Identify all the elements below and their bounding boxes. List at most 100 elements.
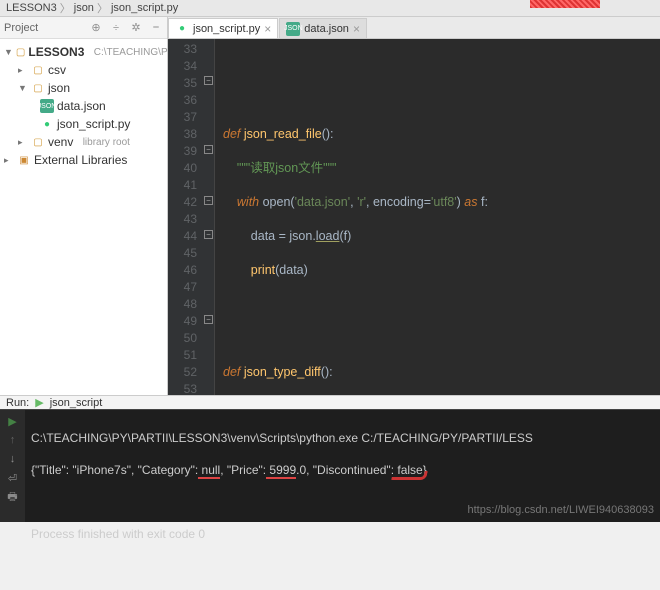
ln: 43 xyxy=(168,211,197,228)
datajson-label: data.json xyxy=(57,99,106,113)
arrow-down-icon: ▼ xyxy=(18,83,28,93)
code-area[interactable]: 33 34 35 36 37 38 39 40 41 42 43 44 45 4… xyxy=(168,39,660,395)
ln: 41 xyxy=(168,177,197,194)
fold-minus-icon[interactable]: − xyxy=(204,145,213,154)
code-line: print(data) xyxy=(223,262,660,279)
bc-folder[interactable]: json xyxy=(74,2,94,14)
tree-csv[interactable]: ▸ ▢ csv xyxy=(0,61,167,79)
tree-script[interactable]: ● json_script.py xyxy=(0,115,167,133)
bc-file[interactable]: json_script.py xyxy=(111,2,178,14)
folder-icon: ▢ xyxy=(16,45,25,59)
json-label: json xyxy=(48,81,70,95)
venv-note: library root xyxy=(83,137,130,148)
console-gutter: ▶ ↑ ↓ ⏎ 🖶 xyxy=(0,410,25,522)
tree-datajson[interactable]: JSON data.json xyxy=(0,97,167,115)
top-red-marker xyxy=(530,0,600,8)
tree-root[interactable]: ▼ ▢ LESSON3 C:\TEACHING\PY\ xyxy=(0,43,167,61)
project-tree: ▼ ▢ LESSON3 C:\TEACHING\PY\ ▸ ▢ csv ▼ ▢ … xyxy=(0,39,167,173)
python-file-icon: ● xyxy=(40,117,54,131)
python-file-icon: ● xyxy=(175,22,189,36)
code-line xyxy=(223,330,660,347)
run-tab-label[interactable]: Run: xyxy=(6,397,29,409)
tab-data-json[interactable]: JSON data.json × xyxy=(279,18,367,38)
ln: 48 xyxy=(168,296,197,313)
ln: 51 xyxy=(168,347,197,364)
chevron-right-icon: 〉 xyxy=(97,0,108,16)
ext-label: External Libraries xyxy=(34,153,127,167)
json-file-icon: JSON xyxy=(286,22,300,36)
code-line xyxy=(223,92,660,109)
wrap-icon[interactable]: ⏎ xyxy=(6,471,20,485)
rerun-icon[interactable]: ▶ xyxy=(6,414,20,428)
folder-icon: ▢ xyxy=(31,135,45,149)
fold-minus-icon[interactable]: − xyxy=(204,230,213,239)
tree-venv[interactable]: ▸ ▢ venv library root xyxy=(0,133,167,151)
console-cmd: C:\TEACHING\PY\PARTII\LESSON3\venv\Scrip… xyxy=(31,430,654,446)
close-icon[interactable]: × xyxy=(264,22,271,36)
arrow-down-icon: ▼ xyxy=(4,47,13,57)
code-line: with open('data.json', 'r', encoding='ut… xyxy=(223,194,660,211)
ln: 45 xyxy=(168,245,197,262)
tree-ext[interactable]: ▸ ▣ External Libraries xyxy=(0,151,167,169)
console-exit: Process finished with exit code 0 xyxy=(31,526,654,542)
ln: 50 xyxy=(168,330,197,347)
fold-minus-icon[interactable]: − xyxy=(204,315,213,324)
root-path: C:\TEACHING\PY\ xyxy=(94,47,177,58)
ln: 34 xyxy=(168,58,197,75)
bc-root[interactable]: LESSON3 xyxy=(6,2,57,14)
ln: 42 xyxy=(168,194,197,211)
arrow-right-icon: ▸ xyxy=(18,65,28,76)
ln: 46 xyxy=(168,262,197,279)
print-icon[interactable]: 🖶 xyxy=(6,490,20,504)
console-json-line: {"Title": "iPhone7s", "Category": null, … xyxy=(31,462,654,478)
fold-column: − − − − − xyxy=(203,39,215,395)
stop-icon[interactable]: ↑ xyxy=(6,433,20,447)
line-gutter: 33 34 35 36 37 38 39 40 41 42 43 44 45 4… xyxy=(168,39,203,395)
arrow-right-icon: ▸ xyxy=(4,155,14,166)
arrow-right-icon: ▸ xyxy=(18,137,28,148)
ln: 40 xyxy=(168,160,197,177)
ln: 52 xyxy=(168,364,197,381)
editor-tabs: ● json_script.py × JSON data.json × xyxy=(168,17,660,39)
folder-icon: ▢ xyxy=(31,63,45,77)
ln: 53 xyxy=(168,381,197,395)
gear-icon[interactable]: ✲ xyxy=(129,21,143,35)
tab-json-script[interactable]: ● json_script.py × xyxy=(168,18,278,38)
down-icon[interactable]: ↓ xyxy=(6,452,20,466)
root-label: LESSON3 xyxy=(28,45,84,59)
tree-json[interactable]: ▼ ▢ json xyxy=(0,79,167,97)
code-line xyxy=(223,58,660,75)
code-line: data = json.load(f) xyxy=(223,228,660,245)
run-config-name[interactable]: json_script xyxy=(50,397,103,409)
play-icon[interactable]: ▶ xyxy=(35,396,43,409)
json-file-icon: JSON xyxy=(40,99,54,113)
code-line: """读取json文件""" xyxy=(223,160,660,177)
tab2-label: data.json xyxy=(304,23,349,35)
editor-panel: ● json_script.py × JSON data.json × 33 3… xyxy=(168,17,660,395)
script-label: json_script.py xyxy=(57,117,130,131)
folder-icon: ▢ xyxy=(31,81,45,95)
fold-minus-icon[interactable]: − xyxy=(204,76,213,85)
run-bar: Run: ▶ json_script xyxy=(0,395,660,409)
fold-minus-icon[interactable]: − xyxy=(204,196,213,205)
project-label[interactable]: Project xyxy=(4,22,38,34)
chevron-right-icon: 〉 xyxy=(60,0,71,16)
csv-label: csv xyxy=(48,63,66,77)
code-content[interactable]: def json_read_file(): """读取json文件""" wit… xyxy=(215,39,660,395)
code-line xyxy=(223,296,660,313)
close-icon[interactable]: × xyxy=(353,22,360,36)
ln: 37 xyxy=(168,109,197,126)
ln: 35 xyxy=(168,75,197,92)
ln: 47 xyxy=(168,279,197,296)
project-toolbar: Project ⊕ ÷ ✲ ⎯ xyxy=(0,17,167,39)
ln: 33 xyxy=(168,41,197,58)
console-output[interactable]: C:\TEACHING\PY\PARTII\LESSON3\venv\Scrip… xyxy=(25,410,660,522)
target-icon[interactable]: ⊕ xyxy=(89,21,103,35)
tab1-label: json_script.py xyxy=(193,23,260,35)
hide-icon[interactable]: ⎯ xyxy=(149,21,163,35)
code-line: def json_type_diff(): xyxy=(223,364,660,381)
collapse-icon[interactable]: ÷ xyxy=(109,21,123,35)
ln: 38 xyxy=(168,126,197,143)
ln: 49 xyxy=(168,313,197,330)
ln: 36 xyxy=(168,92,197,109)
